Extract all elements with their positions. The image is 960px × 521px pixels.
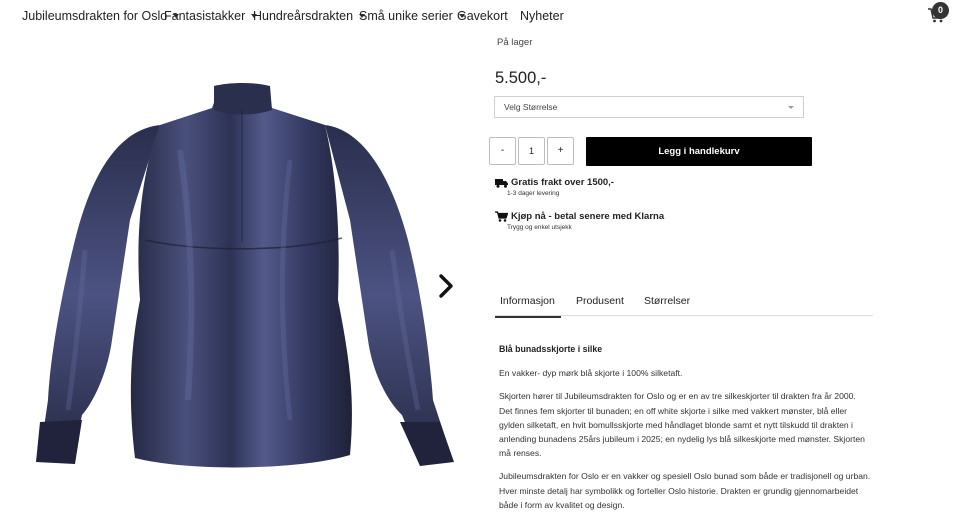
description-paragraph: Skjorten hører til Jubileumsdrakten for … <box>499 391 865 459</box>
nav-label: Nyheter <box>520 9 564 23</box>
nav-item-nyheter[interactable]: Nyheter <box>520 9 564 23</box>
tab-informasjon[interactable]: Informasjon <box>495 295 561 318</box>
perk-title: Gratis frakt over 1500,- <box>495 177 614 188</box>
perk-title-text: Kjøp nå - betal senere med Klarna <box>511 211 665 222</box>
size-select-value: Velg Størrelse <box>504 102 558 112</box>
quantity-minus-button[interactable]: - <box>489 137 516 165</box>
quantity-plus-button[interactable]: + <box>547 137 574 165</box>
nav-label: Fantasistakker <box>164 9 246 23</box>
perk-title: Kjøp nå - betal senere med Klarna <box>495 211 664 222</box>
product-description: Blå bunadsskjorte i silke En vakker- dyp… <box>499 342 871 521</box>
cart-icon <box>495 211 508 222</box>
description-paragraph: En vakker- dyp mørk blå skjorte i 100% s… <box>499 368 683 379</box>
tab-storrelser[interactable]: Størrelser <box>644 295 690 307</box>
perk-klarna: Kjøp nå - betal senere med Klarna Trygg … <box>495 211 664 231</box>
description-paragraph: Jubileumsdrakten for Oslo er en vakker o… <box>499 471 871 510</box>
perk-free-shipping: Gratis frakt over 1500,- 1-3 dager lever… <box>495 177 614 197</box>
nav-item-jubileumsdrakten[interactable]: Jubileumsdrakten for Oslo <box>22 9 180 23</box>
nav-label: Hundreårsdrakten <box>253 9 354 23</box>
product-tabs: Informasjon Produsent Størrelser <box>495 291 873 318</box>
description-heading: Blå bunadsskjorte i silke <box>499 344 603 354</box>
nav-label: Gavekort <box>457 9 508 23</box>
top-navigation: Jubileumsdrakten for Oslo Fantasistakker… <box>0 0 960 32</box>
size-select[interactable]: Velg Størrelse <box>494 96 804 118</box>
nav-item-hundrearsdrakten[interactable]: Hundreårsdrakten <box>253 9 366 23</box>
nav-label: Jubileumsdrakten for Oslo <box>22 9 168 23</box>
product-image <box>36 83 454 468</box>
chevron-down-icon <box>788 106 794 109</box>
nav-item-fantasistakker[interactable]: Fantasistakker <box>164 9 258 23</box>
nav-label: Små unike serier <box>359 9 453 23</box>
product-price: 5.500,- <box>495 69 547 87</box>
chevron-right-icon[interactable] <box>436 273 456 299</box>
perk-subtext: 1-3 dager levering <box>507 190 560 197</box>
tab-produsent[interactable]: Produsent <box>576 295 624 307</box>
cart-count-badge[interactable]: 0 <box>932 2 949 19</box>
nav-item-sma-unike-serier[interactable]: Små unike serier <box>359 9 465 23</box>
add-to-cart-button[interactable]: Legg i handlekurv <box>586 137 812 166</box>
quantity-input[interactable]: 1 <box>518 137 545 165</box>
perk-subtext: Trygg og enkel utsjekk <box>507 224 572 231</box>
truck-icon <box>495 178 508 188</box>
perk-title-text: Gratis frakt over 1500,- <box>511 177 614 188</box>
nav-item-gavekort[interactable]: Gavekort <box>457 9 508 23</box>
stock-status: På lager <box>497 37 533 48</box>
